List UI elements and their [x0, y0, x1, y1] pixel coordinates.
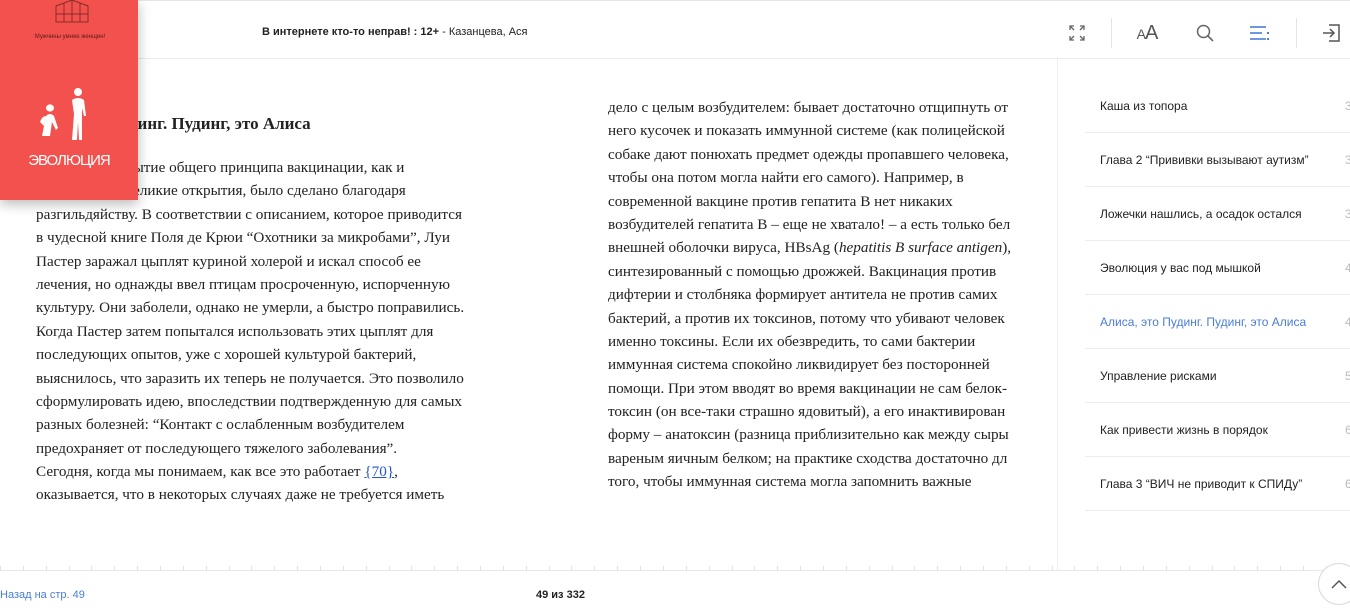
- text-line: Пастер заражал цыплят куриной холерой и …: [36, 252, 421, 270]
- text-line: форму – анатоксин (разница приблизительн…: [608, 426, 1009, 444]
- toc-item-label: Ложечки нашлись, а осадок остался: [1100, 207, 1302, 221]
- text-line: возбудителей гепатита В – еще не хватало…: [608, 215, 1011, 233]
- toc-item-page: 3: [1345, 153, 1350, 167]
- text-span: ),: [1002, 239, 1012, 257]
- toc-item-active[interactable]: Алиса, это Пудинг. Пудинг, это Алиса 4: [1085, 295, 1350, 349]
- toc-item-label: Эволюция у вас под мышкой: [1100, 261, 1261, 275]
- text-line: внешней оболочки вируса, HBsAg (hepatiti…: [608, 236, 1057, 259]
- book-author: - Казанцева, Ася: [439, 26, 528, 38]
- font-size-icon: AA: [1136, 21, 1159, 44]
- text-line: выяснилось, что заразить их теперь не по…: [36, 369, 464, 387]
- table-of-contents: Каша из топора 3 Глава 2 “Прививки вызыва…: [1085, 79, 1350, 511]
- text-span: ,: [394, 463, 398, 481]
- scroll-top-button[interactable]: [1318, 563, 1350, 605]
- toc-divider: [1057, 58, 1058, 570]
- toolbar-separator: [1296, 18, 1297, 48]
- text-line: культуру. Они заболели, однако не умерли…: [36, 299, 465, 317]
- text-line: именно токсины. Если их обезвредить, то …: [608, 332, 976, 350]
- text-line: помощи. При этом вводят во время вакцина…: [608, 379, 1008, 397]
- text-line: токсин (он все-таки страшно ядовитый), а…: [608, 403, 1006, 421]
- text-span: внешней оболочки вируса, HBsAg (: [608, 239, 839, 257]
- exit-icon: [1323, 24, 1340, 42]
- evolution-figures-icon: [40, 88, 86, 140]
- text-line: собаке дают понюхать предмет одежды проп…: [608, 145, 1009, 163]
- toc-item-page: 4: [1345, 315, 1350, 329]
- toc-item[interactable]: Как привести жизнь в порядок 6: [1085, 403, 1350, 457]
- toc-item-page: 3: [1345, 99, 1350, 113]
- toolbar-separator: [1111, 18, 1112, 48]
- text-line: иммунная система спокойно ликвидирует бе…: [608, 356, 990, 374]
- toc-item[interactable]: Ложечки нашлись, а осадок остался 3: [1085, 187, 1350, 241]
- footer-divider: [0, 570, 1350, 571]
- reader-header: В интернете кто-то неправ! : 12+ - Казан…: [0, 6, 1350, 59]
- text-line: в чудесной книге Поля де Крюи “Охотники …: [36, 229, 450, 247]
- text-line: дифтерии и столбняка формирует антитела …: [608, 286, 998, 304]
- text-line: лечения, но однажды ввел птицам просроче…: [36, 275, 450, 293]
- toc-item[interactable]: Глава 3 “ВИЧ не приводит к СПИДу” 6: [1085, 457, 1350, 511]
- text-line: последующих опытов, уже с хорошей культу…: [36, 346, 417, 364]
- book-title: В интернете кто-то неправ! : 12+ - Казан…: [262, 26, 528, 38]
- text-line: предохраняет от последующего тяжелого за…: [36, 439, 398, 457]
- text-line: разных болезней: “Контакт с ослабленным …: [36, 416, 405, 434]
- exit-button[interactable]: [1318, 18, 1346, 48]
- toc-item[interactable]: Эволюция у вас под мышкой 4: [1085, 241, 1350, 295]
- toc-item-label: Алиса, это Пудинг. Пудинг, это Алиса: [1100, 315, 1307, 329]
- search-button[interactable]: [1192, 18, 1218, 48]
- toc-item[interactable]: Глава 2 “Прививки вызывают аутизм” 3: [1085, 133, 1350, 187]
- text-line: того, чтобы иммунная система могла запом…: [608, 473, 972, 491]
- cover-subtitle: Мужчины умнее женщин!: [34, 34, 106, 40]
- search-icon: [1196, 24, 1214, 42]
- contents-icon: [1250, 26, 1269, 40]
- fullscreen-button[interactable]: [1064, 18, 1090, 48]
- text-line: сформулировать идею, впоследствии подтве…: [36, 392, 463, 410]
- top-border: [0, 0, 1350, 1]
- text-line: него кусочек и показать иммунной системе…: [608, 122, 1005, 140]
- toc-item-label: Глава 2 “Прививки вызывают аутизм”: [1100, 153, 1309, 167]
- fullscreen-icon: [1069, 25, 1085, 41]
- toc-item-label: Как привести жизнь в порядок: [1100, 423, 1268, 437]
- book-title-name: В интернете кто-то неправ! : 12+: [262, 26, 440, 38]
- text-line: дело с целым возбудителем: бывает достат…: [608, 99, 1008, 116]
- text-span: Сегодня, когда мы понимаем, как все это …: [36, 463, 365, 481]
- toc-item-page: 6: [1345, 423, 1350, 437]
- book-cover[interactable]: Мужчины умнее женщин! ЭВОЛЮЦИЯ: [0, 0, 138, 200]
- toc-item-label: Управление рисками: [1100, 369, 1217, 383]
- page-progress-ticks[interactable]: [0, 566, 1350, 572]
- toc-item-page: 4: [1345, 261, 1350, 275]
- text-column-left: рытие общего принципа вакцинации, как и …: [36, 156, 526, 507]
- text-line: разгильдяйству. В соответствии с описани…: [36, 205, 462, 223]
- cover-title: ЭВОЛЮЦИЯ: [28, 152, 111, 169]
- italic-term: hepatitis B surface antigen: [838, 239, 1003, 257]
- text-line: Когда Пастер затем попытался использоват…: [36, 322, 434, 340]
- toc-item-label: Глава 3 “ВИЧ не приводит к СПИДу”: [1100, 477, 1303, 491]
- toc-item[interactable]: Управление рисками 5: [1085, 349, 1350, 403]
- building-icon: [55, 0, 89, 23]
- font-size-button[interactable]: AA: [1130, 18, 1164, 48]
- back-to-page-link[interactable]: Назад на стр. 49: [0, 589, 85, 601]
- toc-item-page: 3: [1345, 207, 1350, 221]
- page-indicator: 49 из 332: [536, 589, 585, 601]
- text-line: чтобы она потом могла найти его самого).…: [608, 169, 964, 187]
- text-line: бактерий, а против их токсинов, потому ч…: [608, 309, 1005, 327]
- contents-button[interactable]: [1246, 18, 1272, 48]
- text-line: оказывается, что в некоторых случаях даж…: [36, 486, 445, 504]
- toc-item[interactable]: Каша из топора 3: [1085, 79, 1350, 133]
- toc-item-label: Каша из топора: [1100, 99, 1188, 113]
- footnote-link[interactable]: {70}: [364, 463, 394, 480]
- toc-item-page: 6: [1345, 477, 1350, 491]
- chevron-up-icon: [1331, 579, 1347, 589]
- text-line: Сегодня, когда мы понимаем, как все это …: [36, 460, 526, 483]
- toc-item-page: 5: [1345, 369, 1350, 383]
- text-column-right: дело с целым возбудителем: бывает достат…: [608, 96, 1057, 494]
- text-line: вареным яичным белком; на практике сходс…: [608, 449, 1008, 467]
- text-line: синтезированный с помощью дрожжей. Вакци…: [608, 262, 997, 280]
- text-line: современной вакцине против гепатита В не…: [608, 192, 953, 210]
